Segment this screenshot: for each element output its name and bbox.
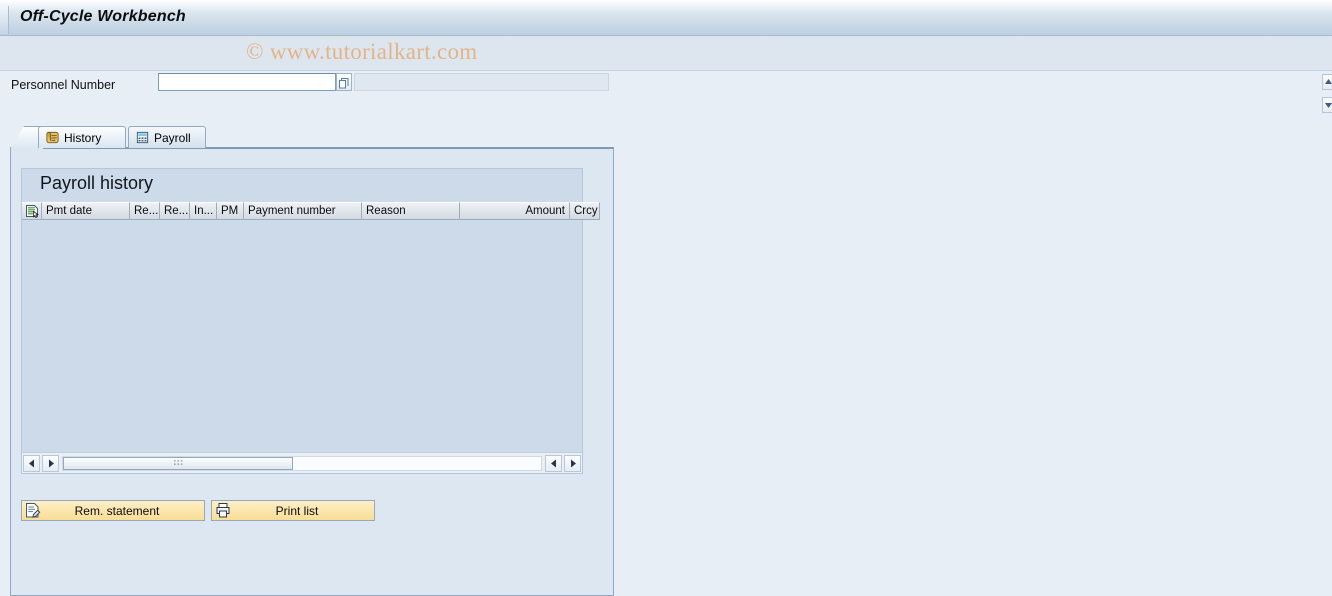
column-header-re-1[interactable]: Re... (130, 202, 160, 220)
rem-statement-button[interactable]: Rem. statement (21, 500, 205, 521)
grip-icon (173, 460, 182, 465)
column-header-reason[interactable]: Reason (362, 202, 460, 220)
scroll-up-icon[interactable] (1322, 74, 1332, 90)
rem-statement-button-label: Rem. statement (74, 503, 160, 518)
watermark-strip: © www.tutorialkart.com (0, 36, 1332, 71)
tab-history[interactable]: History (38, 126, 126, 148)
column-header-amount[interactable]: Amount (460, 202, 570, 220)
scrollbar-track[interactable] (62, 455, 542, 471)
tab-payroll-label: Payroll (154, 130, 191, 145)
search-help-icon[interactable] (336, 73, 352, 91)
selection-screen-area: Personnel Number (0, 71, 1332, 111)
table-horizontal-scrollbar[interactable] (22, 452, 582, 473)
column-header-currency[interactable]: Crcy (570, 202, 600, 220)
arrow-left-icon[interactable] (23, 454, 40, 472)
table-title: Payroll history (40, 173, 154, 193)
scroll-history-icon (46, 131, 59, 144)
title-accent-bar (0, 6, 9, 34)
personnel-number-input[interactable] (158, 73, 336, 91)
tab-history-label: History (64, 130, 102, 145)
document-pen-icon (26, 503, 41, 518)
window-title-bar: Off-Cycle Workbench (0, 0, 1332, 36)
payroll-history-table: Payroll history Pmt date Re... Re... In. (21, 168, 600, 474)
column-header-re-2[interactable]: Re... (160, 202, 190, 220)
printer-icon (216, 503, 230, 518)
tab-strip: History Payroll (10, 126, 614, 149)
table-header-row: Pmt date Re... Re... In... PM Payment nu… (22, 202, 600, 220)
column-header-payment-number[interactable]: Payment number (244, 202, 362, 220)
calculator-icon (136, 131, 149, 144)
scrollbar-thumb[interactable] (63, 456, 293, 470)
select-all-icon[interactable] (22, 202, 42, 220)
arrow-right-icon-end[interactable] (564, 454, 581, 472)
tab-content-panel: Payroll history Pmt date Re... Re... In. (10, 147, 614, 596)
scroll-down-icon[interactable] (1322, 97, 1332, 113)
column-header-in[interactable]: In... (190, 202, 217, 220)
tab-payroll[interactable]: Payroll (128, 126, 206, 148)
column-header-pm[interactable]: PM (217, 202, 244, 220)
print-list-button-label: Print list (275, 503, 319, 518)
column-header-pmt-date[interactable]: Pmt date (42, 202, 130, 220)
personnel-number-label: Personnel Number (11, 78, 116, 92)
table-body-empty (22, 220, 582, 453)
print-list-button[interactable]: Print list (211, 500, 375, 521)
arrow-right-icon[interactable] (42, 454, 59, 472)
watermark-text: © www.tutorialkart.com (246, 39, 478, 64)
page-title: Off-Cycle Workbench (20, 8, 186, 25)
personnel-number-display-field (354, 73, 609, 91)
arrow-left-icon-end[interactable] (545, 454, 562, 472)
